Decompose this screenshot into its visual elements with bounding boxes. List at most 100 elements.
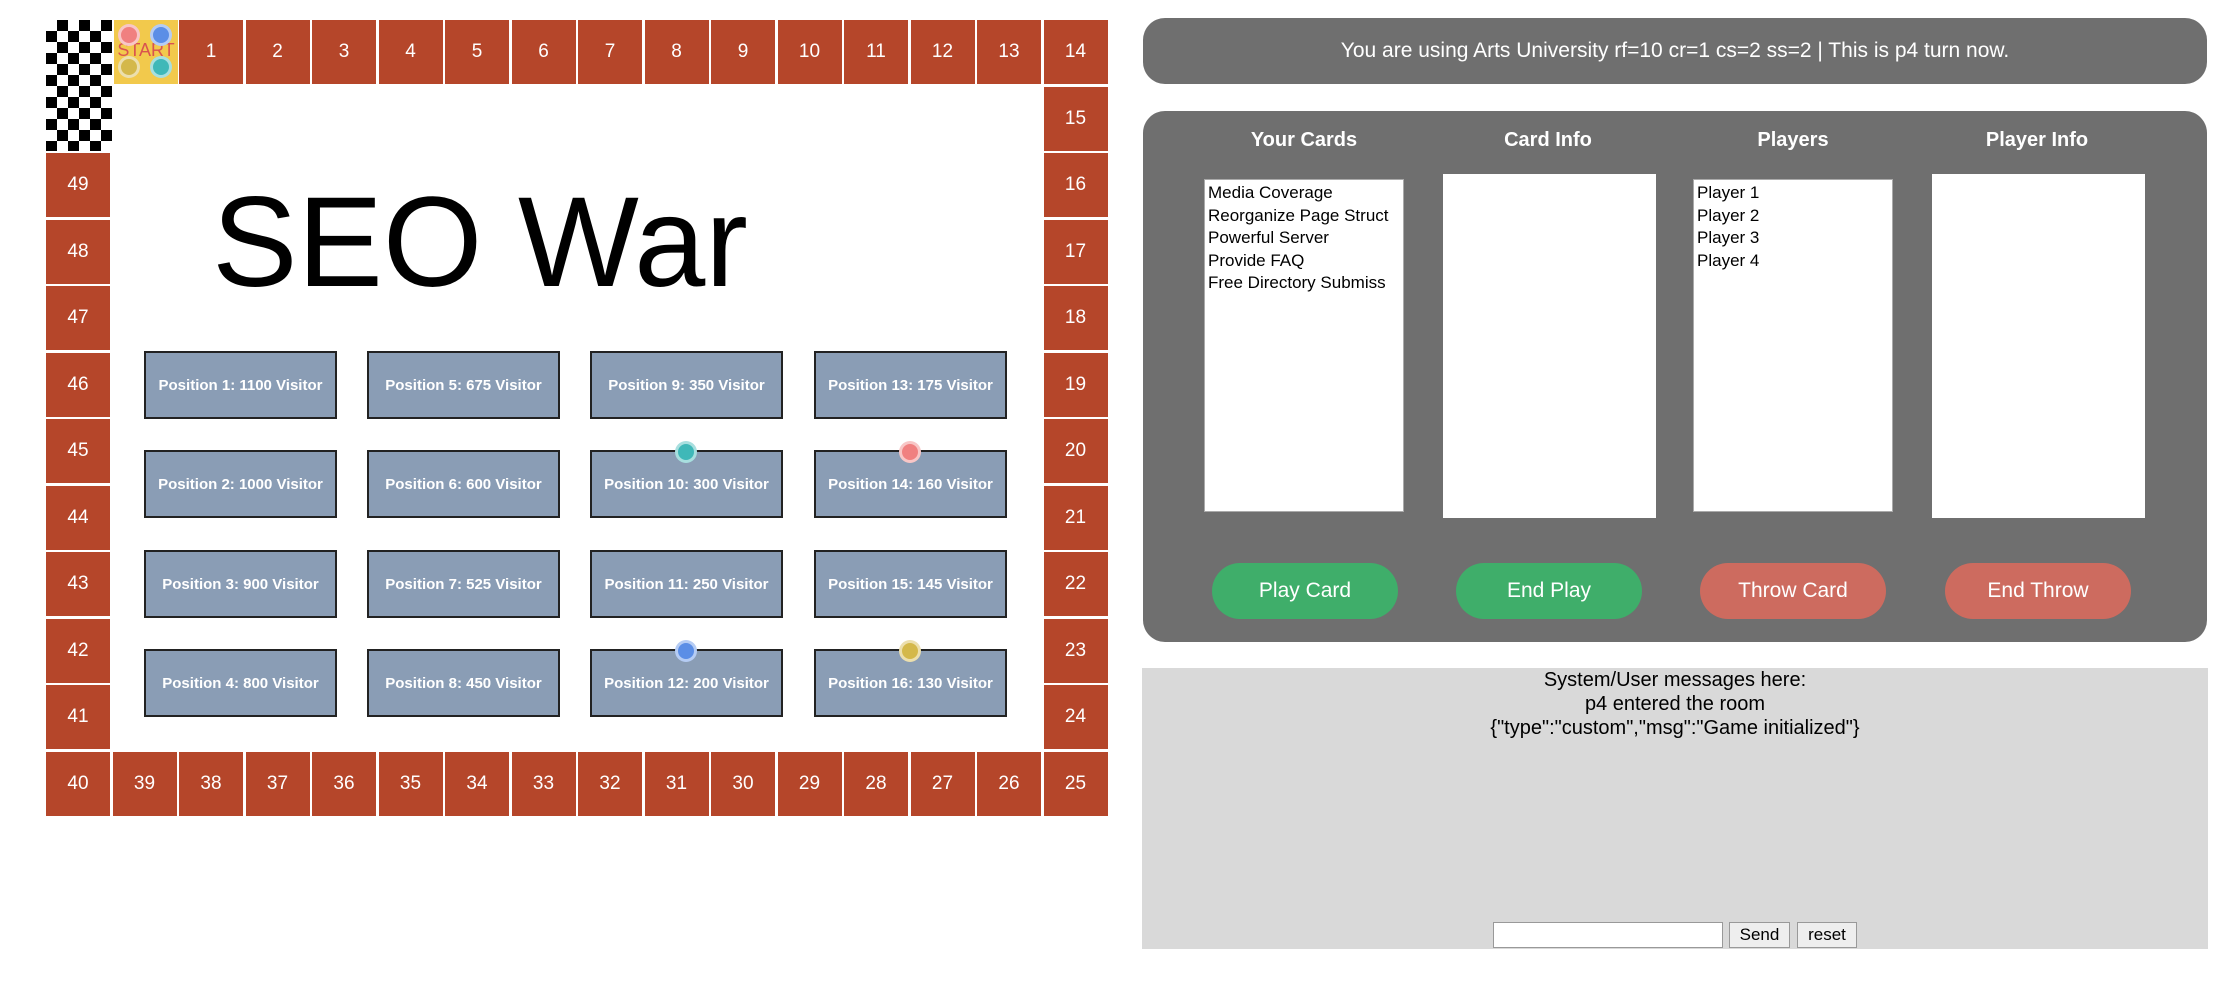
board-cell-4: 4: [378, 20, 443, 84]
board-cell-11: 11: [844, 20, 908, 84]
position-box-3: Position 3: 900 Visitor: [144, 550, 337, 618]
start-cell: START: [114, 20, 178, 84]
player-token-p1: [118, 24, 140, 46]
board-cell-9: 9: [711, 20, 775, 84]
position-box-1: Position 1: 1100 Visitor: [144, 351, 337, 419]
board-cell-1: 1: [179, 20, 243, 84]
board-cell-49: 49: [46, 153, 110, 217]
board-cell-19: 19: [1043, 352, 1108, 417]
board-cell-18: 18: [1043, 286, 1108, 350]
card-info-title: Card Info: [1504, 129, 1592, 151]
players-title: Players: [1757, 129, 1829, 151]
board-cell-42: 42: [46, 618, 110, 683]
board-cell-20: 20: [1043, 419, 1108, 483]
your-cards-list[interactable]: Media Coverage Reorganize Page Struct Powe…: [1204, 179, 1404, 512]
card-list-item[interactable]: Reorganize Page Struct: [1205, 205, 1403, 228]
players-list[interactable]: Player 1 Player 2 Player 3 Player 4: [1693, 179, 1893, 512]
board-cell-2: 2: [245, 20, 310, 84]
card-info-box: [1443, 174, 1656, 518]
message-area: System/User messages here: p4 entered the…: [1142, 668, 2208, 949]
board-cell-14: 14: [1043, 20, 1108, 84]
position-box-6: Position 6: 600 Visitor: [367, 450, 560, 518]
player-token-p3: [118, 56, 140, 78]
board-cell-7: 7: [578, 20, 642, 84]
board-cell-46: 46: [46, 352, 110, 417]
board-cell-44: 44: [46, 485, 110, 550]
board-cell-48: 48: [46, 219, 110, 284]
board-cell-22: 22: [1043, 552, 1108, 616]
board-cell-30: 30: [711, 751, 775, 816]
board-cell-15: 15: [1043, 86, 1108, 151]
player-token-p2-on-board: [675, 640, 697, 662]
board-cell-38: 38: [179, 751, 243, 816]
card-list-item[interactable]: Provide FAQ: [1205, 250, 1403, 273]
board-cell-6: 6: [511, 20, 576, 84]
board-cell-16: 16: [1043, 153, 1108, 217]
message-line: {"type":"custom","msg":"Game initialized…: [1490, 717, 1860, 739]
board-cell-12: 12: [910, 20, 975, 84]
reset-button[interactable]: reset: [1797, 922, 1857, 948]
game-title: SEO War: [212, 171, 748, 314]
board-cell-36: 36: [312, 751, 376, 816]
card-list-item[interactable]: Media Coverage: [1205, 182, 1403, 205]
board-cell-32: 32: [578, 751, 642, 816]
position-box-2: Position 2: 1000 Visitor: [144, 450, 337, 518]
finish-flag: [46, 20, 112, 151]
board-cell-31: 31: [644, 751, 709, 816]
board-cell-39: 39: [112, 751, 177, 816]
board-cell-23: 23: [1043, 618, 1108, 683]
board-cell-40: 40: [46, 751, 110, 816]
board-cell-26: 26: [977, 751, 1041, 816]
board-cell-25: 25: [1043, 751, 1108, 816]
board-cell-17: 17: [1043, 219, 1108, 284]
board-cell-29: 29: [777, 751, 842, 816]
board-cell-35: 35: [378, 751, 443, 816]
player-token-p4-on-board: [675, 441, 697, 463]
board-cell-24: 24: [1043, 685, 1108, 749]
card-list-item[interactable]: Free Directory Submiss: [1205, 272, 1403, 295]
board-cell-10: 10: [777, 20, 842, 84]
send-button[interactable]: Send: [1729, 922, 1790, 948]
board-cell-8: 8: [644, 20, 709, 84]
board-cell-41: 41: [46, 685, 110, 749]
board-cell-47: 47: [46, 286, 110, 350]
your-cards-title: Your Cards: [1250, 129, 1358, 151]
control-panel: Your Cards Card Info Players Player Info…: [1143, 111, 2207, 642]
player-info-title: Player Info: [1985, 129, 2089, 151]
player-token-p1-on-board: [899, 441, 921, 463]
player-list-item[interactable]: Player 1: [1694, 182, 1892, 205]
position-box-15: Position 15: 145 Visitor: [814, 550, 1007, 618]
player-info-box: [1932, 174, 2145, 518]
board-cell-33: 33: [511, 751, 576, 816]
board-cell-43: 43: [46, 552, 110, 616]
board-cell-5: 5: [445, 20, 509, 84]
board-cell-3: 3: [312, 20, 376, 84]
player-token-p2: [150, 24, 172, 46]
position-box-5: Position 5: 675 Visitor: [367, 351, 560, 419]
message-line: System/User messages here:: [1543, 669, 1807, 691]
board-cell-34: 34: [445, 751, 509, 816]
player-token-p3-on-board: [899, 640, 921, 662]
player-list-item[interactable]: Player 3: [1694, 227, 1892, 250]
board-cell-28: 28: [844, 751, 908, 816]
board-cell-13: 13: [977, 20, 1041, 84]
position-box-11: Position 11: 250 Visitor: [590, 550, 783, 618]
position-box-4: Position 4: 800 Visitor: [144, 649, 337, 717]
position-box-7: Position 7: 525 Visitor: [367, 550, 560, 618]
play-card-button[interactable]: Play Card: [1212, 563, 1398, 619]
end-play-button[interactable]: End Play: [1456, 563, 1642, 619]
position-box-8: Position 8: 450 Visitor: [367, 649, 560, 717]
card-list-item[interactable]: Powerful Server: [1205, 227, 1403, 250]
player-list-item[interactable]: Player 2: [1694, 205, 1892, 228]
status-bar: You are using Arts University rf=10 cr=1…: [1143, 18, 2207, 84]
board-cell-45: 45: [46, 419, 110, 483]
end-throw-button[interactable]: End Throw: [1945, 563, 2131, 619]
chat-input[interactable]: [1493, 922, 1723, 948]
position-box-9: Position 9: 350 Visitor: [590, 351, 783, 419]
player-token-p4: [150, 56, 172, 78]
throw-card-button[interactable]: Throw Card: [1700, 563, 1886, 619]
board-cell-37: 37: [245, 751, 310, 816]
position-box-13: Position 13: 175 Visitor: [814, 351, 1007, 419]
player-list-item[interactable]: Player 4: [1694, 250, 1892, 273]
board-cell-27: 27: [910, 751, 975, 816]
